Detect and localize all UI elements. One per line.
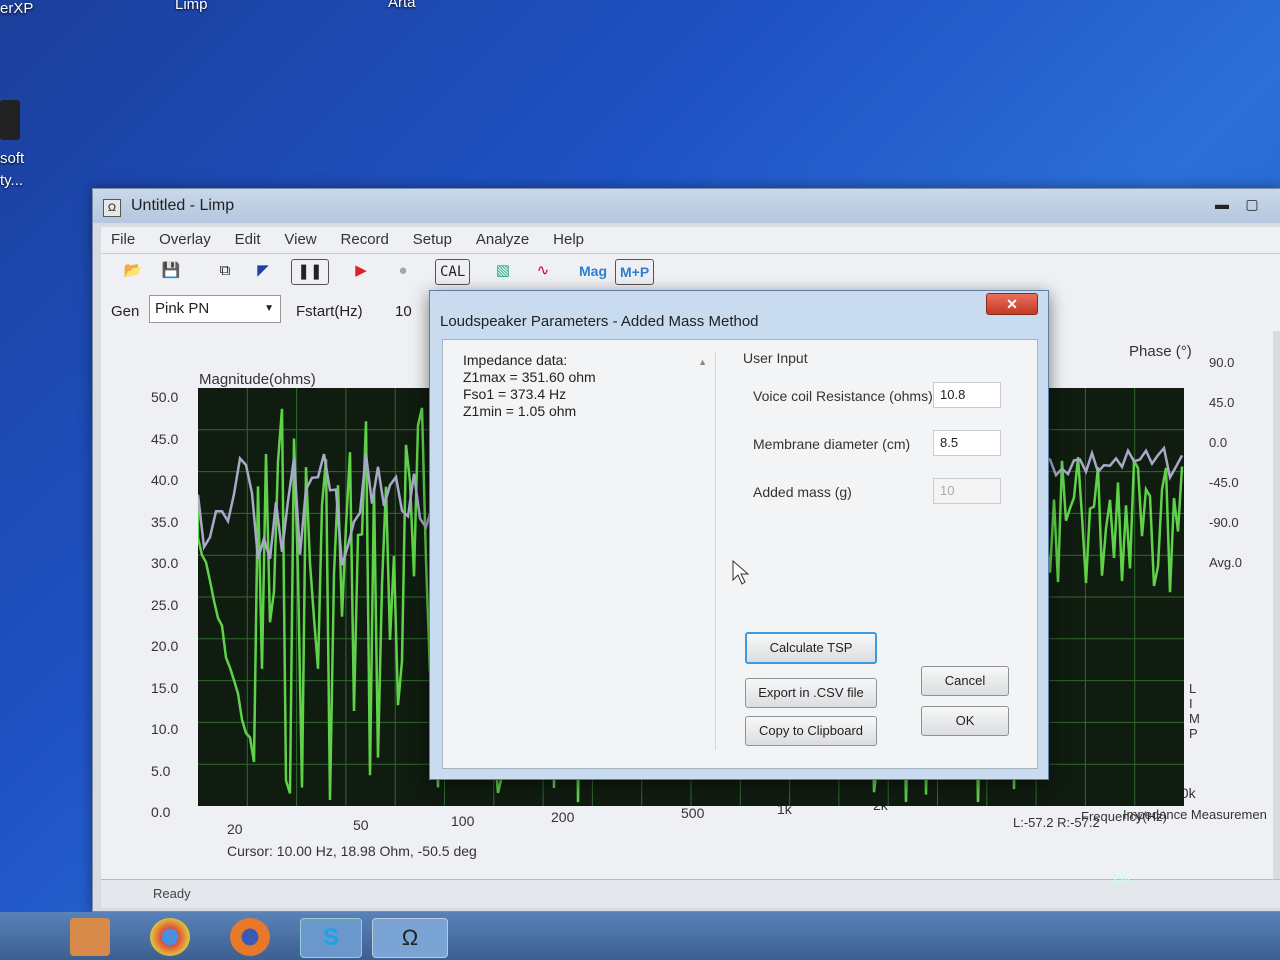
y-tick-label: 5.0 <box>151 762 171 779</box>
copy-icon[interactable]: ⧉ <box>213 259 237 283</box>
membrane-diameter-label: Membrane diameter (cm) <box>753 436 911 452</box>
cancel-button[interactable]: Cancel <box>921 666 1009 696</box>
fso1-line: Fso1 = 373.4 Hz <box>463 386 567 402</box>
x-tick-label: 50 <box>353 817 369 833</box>
window-title: Untitled - Limp <box>131 197 235 214</box>
toolbar: 📂 💾 ⧉ ◤ ❚❚ ▶ ● CAL ▧ ∿ Mag M+P <box>101 253 1280 291</box>
waveform-icon[interactable]: ∿ <box>531 259 555 283</box>
desktop-label-ty[interactable]: ty... <box>0 172 23 189</box>
x-tick-label: 100 <box>451 813 475 829</box>
desktop-label-arta[interactable]: Arta <box>388 0 416 11</box>
cursor-readout: Cursor: 10.00 Hz, 18.98 Ohm, -50.5 deg <box>227 843 477 859</box>
user-input-heading: User Input <box>743 350 808 366</box>
phase-axis-label: Phase (°) <box>1129 343 1192 360</box>
z1max-line: Z1max = 351.60 ohm <box>463 369 596 385</box>
magnitude-axis-label: Magnitude(ohms) <box>199 371 316 388</box>
chevron-down-icon: ▼ <box>264 303 274 314</box>
dialog-body: Impedance data: Z1max = 351.60 ohm Fso1 … <box>442 339 1038 769</box>
phase-tick-label: 90.0 <box>1209 355 1235 370</box>
maximize-button[interactable]: ▢ <box>1239 193 1265 215</box>
status-bar: Ready <box>101 879 1280 908</box>
menu-edit[interactable]: Edit <box>225 227 271 252</box>
y-tick-label: 20.0 <box>151 638 179 654</box>
pause-icon[interactable]: ❚❚ <box>291 259 329 285</box>
phase-tick-label: -45.0 <box>1209 475 1239 490</box>
y-tick-label: 40.0 <box>151 472 179 488</box>
open-folder-icon[interactable]: 📂 <box>121 259 145 283</box>
menu-file[interactable]: File <box>101 227 145 252</box>
ok-button[interactable]: OK <box>921 706 1009 736</box>
phase-tick-label: 0.0 <box>1209 435 1228 450</box>
gen-select-value: Pink PN <box>155 300 210 317</box>
loudspeaker-parameters-dialog: Loudspeaker Parameters - Added Mass Meth… <box>429 290 1049 780</box>
menu-overlay[interactable]: Overlay <box>149 227 221 252</box>
menu-help[interactable]: Help <box>543 227 594 252</box>
phase-tick-label: Avg.0 <box>1209 555 1243 570</box>
impedance-data-box: Impedance data: Z1max = 351.60 ohm Fso1 … <box>453 352 716 750</box>
minimize-button[interactable]: ▬ <box>1209 193 1235 215</box>
play-icon[interactable]: ▶ <box>349 259 373 283</box>
media-player-icon[interactable] <box>70 918 110 956</box>
z1min-line: Z1min = 1.05 ohm <box>463 403 577 419</box>
save-icon[interactable]: 💾 <box>159 259 183 283</box>
voice-coil-input[interactable]: 10.8 <box>933 382 1001 408</box>
taskbar: S Ω <box>0 912 1280 960</box>
gen-select[interactable]: Pink PN ▼ <box>149 295 281 323</box>
calculate-tsp-button[interactable]: Calculate TSP <box>745 632 877 664</box>
menu-analyze[interactable]: Analyze <box>466 227 539 252</box>
impedance-data-heading: Impedance data: <box>463 352 568 368</box>
app-icon: Ω <box>103 199 121 217</box>
y-tick-label: 35.0 <box>151 513 179 530</box>
filter-icon[interactable]: ▧ <box>491 259 515 283</box>
desktop-app-icon[interactable] <box>0 100 20 140</box>
phase-tick-label: -90.0 <box>1209 515 1239 530</box>
fstart-label: Fstart(Hz) <box>296 303 363 320</box>
mp-button[interactable]: M+P <box>615 259 655 285</box>
cal-button[interactable]: CAL <box>435 259 471 285</box>
record-icon[interactable]: ● <box>391 259 415 283</box>
y-tick-label: 25.0 <box>151 596 179 613</box>
menu-view[interactable]: View <box>274 227 326 252</box>
measurement-mode: Impedance Measuremen <box>1123 807 1267 822</box>
y-tick-label: 30.0 <box>151 555 179 571</box>
voice-coil-label: Voice coil Resistance (ohms) <box>753 388 933 404</box>
title-bar[interactable]: Ω Untitled - Limp ▬ ▢ <box>93 189 1280 223</box>
copy-clipboard-button[interactable]: Copy to Clipboard <box>745 716 877 746</box>
x-tick-label: 200 <box>551 809 575 825</box>
fstart-value[interactable]: 10 <box>395 303 412 320</box>
menu-bar: File Overlay Edit View Record Setup Anal… <box>101 227 1280 253</box>
mouse-pointer-icon <box>732 560 750 585</box>
language-indicator[interactable]: EN <box>1113 872 1130 886</box>
y-tick-label: 0.0 <box>151 804 171 820</box>
y-tick-label: 50.0 <box>151 389 179 405</box>
mag-button[interactable]: Mag <box>575 259 611 283</box>
desktop-label-limp[interactable]: Limp <box>175 0 208 13</box>
membrane-diameter-input[interactable]: 8.5 <box>933 430 1001 456</box>
phase-tick-label: 45.0 <box>1209 395 1235 410</box>
dialog-close-button[interactable]: ✕ <box>986 293 1038 315</box>
dialog-title: Loudspeaker Parameters - Added Mass Meth… <box>440 313 759 330</box>
menu-record[interactable]: Record <box>331 227 399 252</box>
status-text: Ready <box>153 886 191 901</box>
desktop-label-erxp[interactable]: erXP <box>0 0 33 17</box>
gen-label: Gen <box>111 303 140 320</box>
added-mass-input[interactable]: 10 <box>933 478 1001 504</box>
x-tick-label: 500 <box>681 805 705 821</box>
y-tick-label: 10.0 <box>151 721 179 737</box>
scroll-up-icon[interactable]: ▲ <box>698 354 707 371</box>
y-tick-label: 15.0 <box>151 679 179 696</box>
menu-setup[interactable]: Setup <box>403 227 462 252</box>
added-mass-label: Added mass (g) <box>753 484 852 500</box>
limp-taskbar-icon[interactable]: Ω <box>372 918 448 958</box>
y-tick-label: 45.0 <box>151 430 179 447</box>
channel-levels: L:-57.2 R:-57.2 <box>1013 815 1100 830</box>
skype-icon[interactable]: S <box>300 918 362 958</box>
chrome-icon[interactable] <box>150 918 190 956</box>
marker-icon[interactable]: ◤ <box>251 259 275 283</box>
limp-side-label: L I M P <box>1189 681 1200 741</box>
x-tick-label: 20 <box>227 821 243 837</box>
desktop-label-soft[interactable]: soft <box>0 150 24 167</box>
export-csv-button[interactable]: Export in .CSV file <box>745 678 877 708</box>
firefox-icon[interactable] <box>230 918 270 956</box>
